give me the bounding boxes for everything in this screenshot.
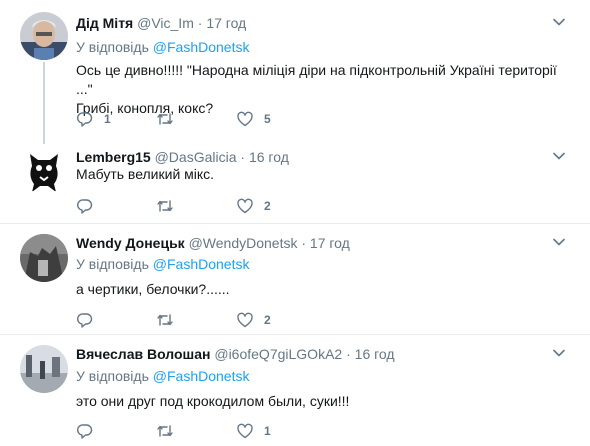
avatar[interactable] xyxy=(20,234,68,282)
retweet-icon xyxy=(157,314,173,326)
tweet-header: Дід Мітя @Vic_Im · 17 год xyxy=(76,14,246,32)
display-name[interactable]: Дід Мітя xyxy=(76,15,133,31)
user-handle[interactable]: @Vic_Im xyxy=(137,15,194,31)
display-name[interactable]: Wendy Донецьк xyxy=(76,235,185,251)
retweet-button[interactable] xyxy=(156,422,184,440)
tweet-text: это они друг под крокодилом были, суки!!… xyxy=(76,392,571,411)
tweet-text: Ось це дивно!!!!! "Народна міліція діри … xyxy=(76,61,571,118)
chevron-down-icon[interactable] xyxy=(552,149,566,163)
timestamp[interactable]: 17 год xyxy=(310,235,350,251)
retweet-icon xyxy=(157,113,173,125)
reply-icon xyxy=(77,313,93,328)
chevron-down-icon[interactable] xyxy=(552,15,566,29)
reply-count: 1 xyxy=(104,112,111,126)
reply-prefix: У відповідь xyxy=(76,256,149,272)
reply-button[interactable]: 1 xyxy=(76,110,111,128)
tweet-header: Вячеслав Волошан @i6ofeQ7giLGOkA2 · 16 г… xyxy=(76,345,395,363)
mention-link[interactable]: @FashDonetsk xyxy=(153,39,250,55)
tweet-header: Lemberg15 @DasGalicia · 16 год xyxy=(76,148,289,166)
like-icon xyxy=(237,111,253,127)
tweet-2[interactable]: Lemberg15 @DasGalicia · 16 год Мабуть ве… xyxy=(0,138,590,223)
separator-dot: · xyxy=(301,235,307,251)
tweet-3[interactable]: Wendy Донецьк @WendyDonetsk · 17 год У в… xyxy=(0,224,590,334)
reply-prefix: У відповідь xyxy=(76,39,149,55)
reply-context: У відповідь @FashDonetsk xyxy=(76,255,249,273)
retweet-icon xyxy=(157,200,173,212)
like-count: 2 xyxy=(264,199,271,213)
reply-button[interactable] xyxy=(76,311,104,329)
separator-dot: · xyxy=(197,15,203,31)
like-button[interactable]: 5 xyxy=(236,110,271,128)
retweet-button[interactable] xyxy=(156,311,184,329)
tweet-text-line: Мабуть великий мікс. xyxy=(76,166,215,182)
like-button[interactable]: 2 xyxy=(236,311,271,329)
avatar[interactable] xyxy=(20,345,68,393)
tweet-text: Мабуть великий мікс. xyxy=(76,165,571,184)
like-button[interactable]: 2 xyxy=(236,197,271,215)
like-count: 2 xyxy=(264,313,271,327)
chevron-down-icon[interactable] xyxy=(552,235,566,249)
like-count: 5 xyxy=(264,112,271,126)
reply-prefix: У відповідь xyxy=(76,368,149,384)
reply-context: У відповідь @FashDonetsk xyxy=(76,367,249,385)
tweet-1[interactable]: Дід Мітя @Vic_Im · 17 год У відповідь @F… xyxy=(0,0,590,144)
separator-dot: · xyxy=(240,149,246,165)
like-count: 1 xyxy=(264,424,271,438)
user-handle[interactable]: @DasGalicia xyxy=(155,149,237,165)
reply-context: У відповідь @FashDonetsk xyxy=(76,38,249,56)
reply-button[interactable] xyxy=(76,422,104,440)
retweet-button[interactable] xyxy=(156,110,184,128)
tweet-text-line: это они друг под крокодилом были, суки!!… xyxy=(76,393,350,409)
like-button[interactable]: 1 xyxy=(236,422,271,440)
display-name[interactable]: Lemberg15 xyxy=(76,149,151,165)
tweet-4[interactable]: Вячеслав Волошан @i6ofeQ7giLGOkA2 · 16 г… xyxy=(0,335,590,446)
reply-button[interactable] xyxy=(76,197,104,215)
timestamp[interactable]: 16 год xyxy=(355,346,395,362)
timestamp[interactable]: 16 год xyxy=(249,149,289,165)
thread-line xyxy=(43,62,45,144)
reply-icon xyxy=(77,112,93,127)
tweet-text-line: Грибі, конопля, кокс? xyxy=(76,100,214,116)
chevron-down-icon[interactable] xyxy=(552,346,566,360)
retweet-button[interactable] xyxy=(156,197,184,215)
tweet-header: Wendy Донецьк @WendyDonetsk · 17 год xyxy=(76,234,350,252)
mention-link[interactable]: @FashDonetsk xyxy=(153,256,250,272)
user-handle[interactable]: @i6ofeQ7giLGOkA2 xyxy=(214,346,342,362)
separator-dot: · xyxy=(346,346,351,362)
avatar[interactable] xyxy=(20,12,68,60)
retweet-icon xyxy=(157,425,173,437)
like-icon xyxy=(237,423,253,439)
timestamp[interactable]: 17 год xyxy=(206,15,246,31)
avatar[interactable] xyxy=(20,146,68,194)
user-handle[interactable]: @WendyDonetsk xyxy=(189,235,298,251)
like-icon xyxy=(237,198,253,214)
tweet-text: а чертики, белочки?...... xyxy=(76,280,571,299)
mention-link[interactable]: @FashDonetsk xyxy=(153,368,250,384)
like-icon xyxy=(237,312,253,328)
tweet-text-line: Ось це дивно!!!!! "Народна міліція діри … xyxy=(76,62,557,97)
tweet-text-line: а чертики, белочки?...... xyxy=(76,281,230,297)
reply-icon xyxy=(77,424,93,439)
reply-icon xyxy=(77,199,93,214)
display-name[interactable]: Вячеслав Волошан xyxy=(76,346,210,362)
